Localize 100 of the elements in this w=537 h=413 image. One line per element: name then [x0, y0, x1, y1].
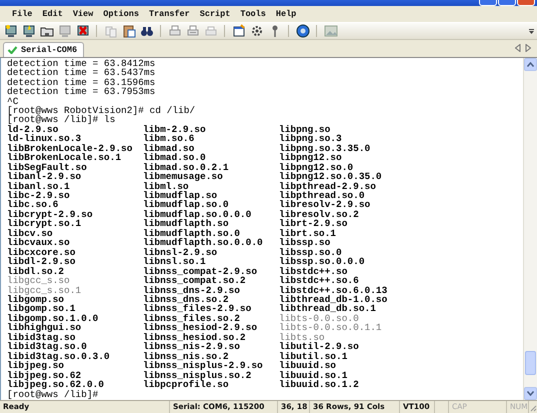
file-name: libpng12.so.0.35.0: [279, 172, 382, 182]
file-name: libm.so.6: [143, 134, 194, 144]
file-name: libBrokenLocale-2.9.so: [7, 144, 132, 154]
file-name: libpcprofile.so: [143, 380, 229, 390]
file-name: libmudflapth.so.0.0.0: [143, 238, 263, 248]
file-name: libstdc++.so.6.0.13: [279, 286, 388, 296]
file-name: libnsl.so.1: [143, 257, 206, 267]
file-name: libjpeg.so: [7, 361, 64, 371]
tab[interactable]: Serial-COM6: [3, 42, 84, 57]
file-name: libnss_hesiod-2.9.so: [143, 323, 258, 333]
scrollbar[interactable]: [523, 58, 537, 400]
file-name: librt-2.9.so: [279, 219, 348, 229]
close-icon[interactable]: [76, 24, 90, 38]
file-name: libthread_db-1.0.so: [279, 295, 388, 304]
clipboard-icon[interactable]: [122, 24, 136, 38]
file-name: libpthread-2.9.so: [279, 182, 376, 192]
file-name: libcrypt-2.9.so: [7, 210, 93, 220]
file-name: libgomp.so: [7, 295, 64, 304]
resize-grip-icon[interactable]: [529, 404, 537, 412]
file-name: libgomp.so.1.0.0: [7, 314, 98, 324]
file-name: libSegFault.so: [7, 162, 87, 172]
scrollbar-thumb[interactable]: [525, 350, 536, 375]
file-name: libid3tag.so: [7, 332, 76, 342]
scroll-down-icon[interactable]: [527, 390, 534, 396]
close-button[interactable]: [517, 0, 535, 6]
file-name: libpng.so: [279, 124, 330, 134]
menu-item[interactable]: Edit: [42, 8, 63, 19]
file-name: libBrokenLocale.so.1: [7, 153, 122, 163]
terminal-line: detection time = 63.8412ms: [7, 58, 156, 68]
file-name: libnss_compat.so.2: [143, 276, 246, 286]
toolbar-overflow-icon[interactable]: [529, 28, 534, 35]
file-name: libthread_db.so.1: [279, 304, 376, 314]
file-name: libmudflap.so: [143, 191, 218, 200]
file-name: libresolv-2.9.so: [279, 200, 370, 210]
minimize-button[interactable]: [479, 0, 497, 6]
file-name: libutil-2.9.so: [279, 342, 359, 352]
menu-item[interactable]: Script: [200, 8, 230, 19]
file-name: libmad.so.0: [143, 153, 206, 163]
file-name: libnss_dns.so.2: [143, 295, 229, 304]
menu-item[interactable]: Options: [103, 8, 139, 19]
terminal-line: detection time = 63.7953ms: [7, 87, 156, 96]
file-name: libdl.so.2: [7, 266, 64, 276]
file-name: libmudflap.so.0: [143, 200, 229, 210]
file-name: libnss_nisplus.so.2: [143, 370, 252, 380]
gear-icon[interactable]: [250, 24, 264, 38]
file-name: libanl-2.9.so: [7, 172, 82, 182]
scroll-right-icon[interactable]: [525, 44, 531, 52]
file-name: libnss_nis-2.9.so: [143, 342, 240, 352]
printer-icon[interactable]: [168, 24, 182, 38]
file-name: libcv.so: [7, 228, 53, 238]
menu-item[interactable]: Transfer: [148, 8, 190, 19]
scroll-left-icon[interactable]: [515, 44, 521, 52]
file-name: libmemusage.so: [143, 172, 223, 182]
scroll-up-icon[interactable]: [527, 62, 534, 67]
check-icon: [7, 46, 18, 54]
monitor-icon[interactable]: [22, 24, 36, 38]
file-name: libmudflapth.so: [143, 219, 229, 229]
file-name: libhighgui.so: [7, 323, 82, 333]
file-name: libssp.so.0.0.0: [279, 257, 365, 267]
file-name: libts-0.0.so.0.1.1: [279, 323, 382, 333]
file-name: libpthread.so.0: [279, 191, 365, 200]
file-name: libutil.so.1: [279, 352, 348, 362]
file-name: libpng12.so.0: [279, 162, 354, 172]
file-name: libdl-2.9.so: [7, 257, 76, 267]
terminal-line: detection time = 63.1596ms: [7, 78, 156, 88]
terminal-line: detection time = 63.5437ms: [7, 68, 156, 78]
file-name: libanl.so.1: [7, 182, 70, 192]
file-name: libc-2.9.so: [7, 191, 70, 200]
maximize-button[interactable]: [498, 0, 516, 6]
file-name: libnss_files-2.9.so: [143, 304, 252, 314]
file-name: libgomp.so.1: [7, 304, 76, 314]
file-name: libnss_compat-2.9.so: [143, 266, 258, 276]
file-name: libuuid.so.1.2: [279, 380, 359, 390]
terminal-prompt: [root@wws /lib]#: [7, 390, 98, 399]
file-name: libc.so.6: [7, 200, 58, 210]
file-name: libmad.so: [143, 144, 194, 154]
menu-item[interactable]: Help: [276, 8, 296, 19]
menu-item[interactable]: Tools: [240, 8, 266, 19]
file-name: libnss_nisplus-2.9.so: [143, 361, 263, 371]
file-name: libuuid.so.1: [279, 370, 348, 380]
monitor-icon[interactable]: [4, 24, 18, 38]
file-name: libnsl-2.9.so: [143, 248, 218, 258]
file-name: libstdc++.so: [279, 266, 348, 276]
menu-item[interactable]: File: [12, 8, 32, 19]
menu-item[interactable]: View: [72, 8, 94, 19]
file-name: libmad.so.0.2.1: [143, 162, 229, 172]
file-name: ld-2.9.so: [7, 124, 58, 134]
printer-icon[interactable]: [186, 24, 200, 38]
window-icon[interactable]: [232, 24, 246, 38]
file-name: libjpeg.so.62: [7, 370, 82, 380]
file-name: libm-2.9.so: [143, 124, 206, 134]
file-name: libts.so: [279, 332, 325, 342]
file-name: libresolv.so.2: [279, 210, 359, 220]
file-name: libnss_hesiod.so.2: [143, 332, 246, 342]
file-name: libssp.so: [279, 238, 330, 248]
file-name: libjpeg.so.62.0.0: [7, 380, 104, 390]
file-name: libstdc++.so.6: [279, 276, 359, 286]
file-name: libcvaux.so: [7, 238, 70, 248]
terminal-line: ^C: [7, 96, 18, 106]
file-name: libmudflap.so.0.0.0: [143, 210, 252, 220]
